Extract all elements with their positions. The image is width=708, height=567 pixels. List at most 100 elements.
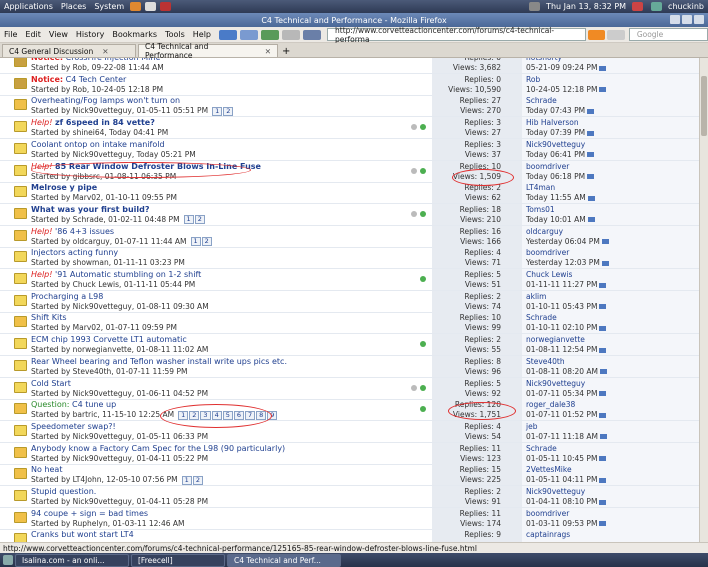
last-post-user[interactable]: oldcarguy xyxy=(526,227,563,236)
thread-row[interactable]: Notice: CrossFire Injection MineStarted … xyxy=(0,58,708,74)
thread-title[interactable]: Cold Start xyxy=(31,379,71,388)
last-post-user[interactable]: Nick90vetteguy xyxy=(526,487,585,496)
thread-title[interactable]: Melrose y pipe xyxy=(31,183,97,192)
page-link[interactable]: 1 xyxy=(181,475,192,485)
last-post-time[interactable]: 01-11-11 11:27 PM xyxy=(526,280,606,289)
back-icon[interactable] xyxy=(219,29,238,40)
last-post-user[interactable]: norwegianvette xyxy=(526,335,585,344)
last-post-time[interactable]: 01-03-11 09:53 PM xyxy=(526,519,606,528)
thread-title-text[interactable]: Rear Wheel bearing and Teflon washer ins… xyxy=(31,357,287,366)
mail-launcher-icon[interactable] xyxy=(145,2,157,11)
thread-row[interactable]: Melrose y pipe Started by Marv02, 01-10-1… xyxy=(0,182,708,205)
update-icon[interactable] xyxy=(632,2,644,11)
last-post-time[interactable]: Today 10:01 AM xyxy=(526,215,595,224)
thread-row[interactable]: Help! zf 6speed in 84 vette? Started by s… xyxy=(0,117,708,140)
rss-icon[interactable] xyxy=(588,29,606,40)
close-icon[interactable] xyxy=(694,15,704,24)
panel-menu-system[interactable]: System xyxy=(90,2,128,11)
last-post-user[interactable]: boomdriver xyxy=(526,162,569,171)
last-post-user[interactable]: 2VettesMike xyxy=(526,465,572,474)
last-post-user[interactable]: captainrags xyxy=(526,530,570,539)
thread-title-text[interactable]: Shift Kits xyxy=(31,313,67,322)
thread-row[interactable]: No heat Started by LT4John, 12-05-10 07:5… xyxy=(0,464,708,487)
task-freecell[interactable]: [Freecell] xyxy=(131,553,225,567)
last-post-time[interactable]: 10-24-05 12:18 PM xyxy=(526,85,606,94)
menu-edit[interactable]: Edit xyxy=(21,30,45,39)
close-tab-icon[interactable]: ✕ xyxy=(102,47,108,56)
forward-icon[interactable] xyxy=(240,29,259,40)
last-post-user[interactable]: Nick90vetteguy xyxy=(526,379,585,388)
last-post-time[interactable]: 01-08-11 12:54 PM xyxy=(526,345,606,354)
thread-title[interactable]: Overheating/Fog lamps won't turn on xyxy=(31,96,180,105)
page-link[interactable]: 2 xyxy=(192,475,203,485)
last-post-time[interactable]: Today 11:55 AM xyxy=(526,193,595,202)
thread-title[interactable]: Question: C4 tune up xyxy=(31,400,116,409)
thread-title[interactable]: Help! '86 4+3 issues xyxy=(31,227,114,236)
last-post-time[interactable]: Today 06:18 PM xyxy=(526,172,594,181)
tab-c4-general[interactable]: C4 General Discussion ✕ xyxy=(2,44,136,57)
panel-menu-places[interactable]: Places xyxy=(57,2,90,11)
last-post-user[interactable]: Nick90vetteguy xyxy=(526,140,585,149)
thread-title[interactable]: 94 coupe + sign = bad times xyxy=(31,509,148,518)
page-link[interactable]: 2 xyxy=(223,106,234,116)
last-post-user[interactable]: Toms01 xyxy=(526,205,555,214)
bookmark-star-icon[interactable] xyxy=(607,29,625,40)
task-isalina[interactable]: Isalina.com - an onli... xyxy=(15,553,129,567)
last-post-time[interactable]: 01-10-11 05:43 PM xyxy=(526,302,606,311)
menu-view[interactable]: View xyxy=(45,30,72,39)
last-post-user[interactable]: Rob xyxy=(526,75,540,84)
last-post-time[interactable]: 01-10-11 02:10 PM xyxy=(526,323,606,332)
tab-c4-technical[interactable]: C4 Technical and Performance ✕ xyxy=(138,42,278,60)
url-bar[interactable]: http://www.corvetteactioncenter.com/foru… xyxy=(327,26,587,44)
last-post-time[interactable]: Yesterday 06:04 PM xyxy=(526,237,609,246)
thread-title-text[interactable]: Melrose y pipe xyxy=(31,183,97,192)
last-post-user[interactable]: notshorty xyxy=(526,58,562,62)
thread-title[interactable]: ECM chip 1993 Corvette LT1 automatic xyxy=(31,335,187,344)
close-tab-icon[interactable]: ✕ xyxy=(265,47,271,56)
thread-title-text[interactable]: Procharging a L98 xyxy=(31,292,103,301)
thread-row[interactable]: Injectors acting funny Started by showman… xyxy=(0,247,708,270)
thread-title-text[interactable]: Overheating/Fog lamps won't turn on xyxy=(31,96,180,105)
last-post-time[interactable]: Yesterday 12:03 PM xyxy=(526,258,609,267)
last-post-user[interactable]: Schrade xyxy=(526,96,557,105)
thread-title-text[interactable]: Coolant ontop on intake manifold xyxy=(31,140,165,149)
page-link[interactable]: 2 xyxy=(201,237,212,247)
last-post-user[interactable]: boomdriver xyxy=(526,509,569,518)
scrollbar[interactable] xyxy=(699,58,708,542)
thread-title-text[interactable]: Speedometer swap?! xyxy=(31,422,116,431)
firefox-launcher-icon[interactable] xyxy=(130,2,142,11)
thread-row[interactable]: Cold Start Started by Nick90vetteguy, 01-… xyxy=(0,377,708,400)
page-link[interactable]: 1 xyxy=(190,237,201,247)
thread-title-text[interactable]: '86 4+3 issues xyxy=(55,227,114,236)
thread-title[interactable]: Notice: CrossFire Injection Mine xyxy=(31,58,160,62)
last-post-time[interactable]: 01-05-11 10:45 PM xyxy=(526,454,606,463)
last-post-time[interactable]: 05-21-09 09:24 PM xyxy=(526,63,606,72)
thread-title[interactable]: Coolant ontop on intake manifold xyxy=(31,140,165,149)
last-post-time[interactable]: 01-04-11 08:10 PM xyxy=(526,497,606,506)
page-link[interactable]: 1 xyxy=(212,106,223,116)
thread-title[interactable]: Anybody know a Factory Cam Spec for the … xyxy=(31,444,285,453)
thread-title[interactable]: Speedometer swap?! xyxy=(31,422,116,431)
thread-title-text[interactable]: zf 6speed in 84 vette? xyxy=(55,118,155,127)
task-firefox[interactable]: C4 Technical and Perf... xyxy=(227,553,341,567)
thread-row[interactable]: What was your first build? Started by Sch… xyxy=(0,203,708,226)
thread-row[interactable]: 94 coupe + sign = bad times Started by Ru… xyxy=(0,507,708,530)
home-icon[interactable] xyxy=(303,29,322,40)
thread-title[interactable]: Injectors acting funny xyxy=(31,248,118,257)
scrollbar-thumb[interactable] xyxy=(701,76,707,136)
stop-icon[interactable] xyxy=(282,29,301,40)
menu-history[interactable]: History xyxy=(72,30,108,39)
thread-title[interactable]: No heat xyxy=(31,465,62,474)
thread-title-text[interactable]: No heat xyxy=(31,465,62,474)
last-post-time[interactable]: Today 06:41 PM xyxy=(526,150,594,159)
thread-title-text[interactable]: Cranks but wont start LT4 xyxy=(31,530,134,539)
thread-title[interactable]: Shift Kits xyxy=(31,313,67,322)
thread-row[interactable]: Stupid question. Started by Nick90vettegu… xyxy=(0,486,708,508)
thread-row[interactable]: Question: C4 tune up Started by bartric, … xyxy=(0,399,708,422)
thread-row[interactable]: Procharging a L98 Started by Nick90vetteg… xyxy=(0,290,708,313)
thread-row[interactable]: Speedometer swap?! Started by Nick90vette… xyxy=(0,420,708,443)
thread-title[interactable]: Cranks but wont start LT4 xyxy=(31,530,134,539)
last-post-time[interactable]: 01-07-11 11:18 AM xyxy=(526,432,607,441)
last-post-time[interactable]: 01-07-11 01:52 PM xyxy=(526,410,606,419)
thread-row[interactable]: Notice: C4 Tech Center Started by Rob, 10… xyxy=(0,73,708,96)
